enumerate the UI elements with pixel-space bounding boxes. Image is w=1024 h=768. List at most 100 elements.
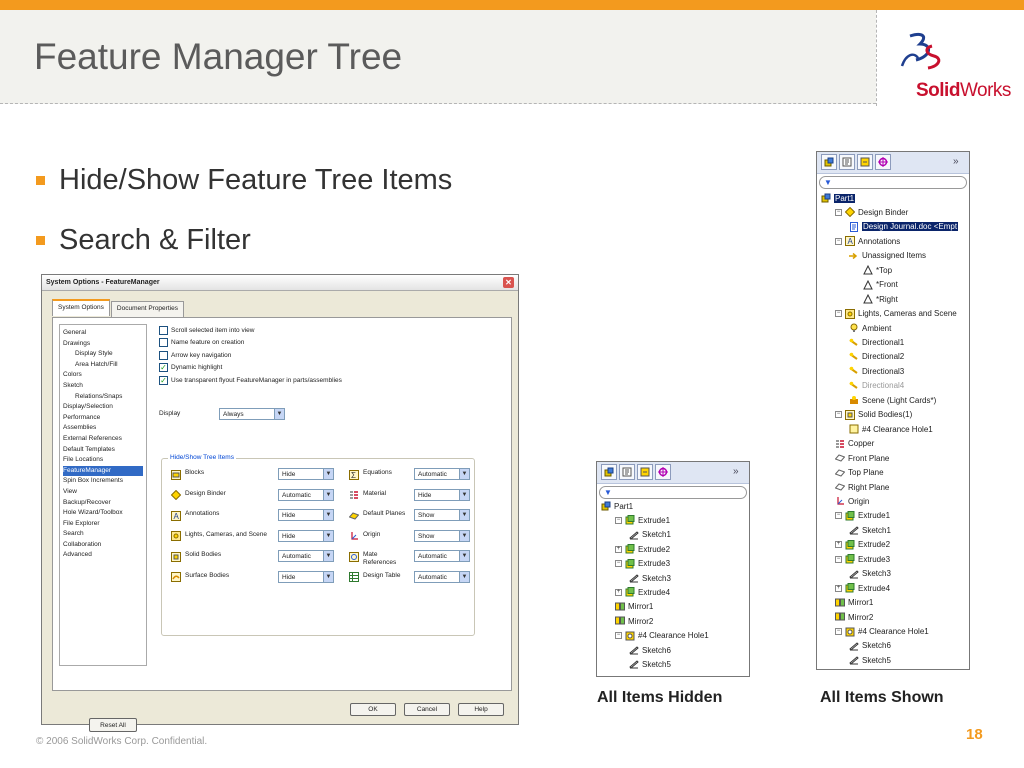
collapse-icon[interactable]: − [835, 411, 842, 419]
tree-node[interactable]: *Top [863, 264, 892, 276]
reset-all-button[interactable]: Reset All [89, 718, 137, 732]
option-checkbox[interactable] [159, 350, 168, 360]
category-item[interactable]: Hole Wizard/Toolbox [63, 508, 143, 519]
tree-node[interactable]: − Design Binder [835, 206, 908, 218]
category-item[interactable]: Spin Box Increments [63, 476, 143, 487]
category-item[interactable]: Relations/Snaps [63, 392, 143, 403]
tree-node[interactable]: Sketch1 [849, 524, 891, 536]
filter-input[interactable]: ▼ [599, 486, 747, 499]
tree-node[interactable]: + Extrude4 [615, 586, 670, 598]
hide-show-select[interactable]: Hide ▼ [278, 529, 334, 542]
collapse-icon[interactable]: − [615, 632, 622, 640]
category-item[interactable]: Performance [63, 413, 143, 424]
collapse-icon[interactable]: − [615, 516, 622, 524]
tree-node[interactable]: − Lights, Cameras and Scene [835, 308, 957, 320]
category-item[interactable]: External References [63, 434, 143, 445]
collapse-icon[interactable]: − [835, 512, 842, 520]
featuremanager-tab-icon[interactable] [821, 154, 837, 170]
more-tabs-icon[interactable]: » [733, 466, 739, 477]
tree-node[interactable]: + Extrude4 [835, 582, 890, 594]
category-item[interactable]: Search [63, 529, 143, 540]
tree-node[interactable]: Mirror2 [835, 611, 873, 623]
tree-node[interactable]: Sketch5 [849, 654, 891, 666]
hide-show-select[interactable]: Automatic ▼ [414, 468, 470, 480]
hide-show-select[interactable]: Hide ▼ [278, 570, 334, 583]
category-item[interactable]: Sketch [63, 381, 143, 392]
tree-node[interactable]: Unassigned Items [849, 250, 926, 262]
tree-node[interactable]: Ambient [849, 322, 891, 334]
propertymanager-tab-icon[interactable] [839, 154, 855, 170]
category-item[interactable]: Collaboration [63, 540, 143, 551]
tree-node[interactable]: *Right [863, 293, 898, 305]
category-item[interactable]: View [63, 487, 143, 498]
tree-node[interactable]: Mirror1 [835, 597, 873, 609]
tree-node[interactable]: + Extrude2 [615, 543, 670, 555]
tree-node[interactable]: Directional4 [849, 380, 904, 392]
propertymanager-tab-icon[interactable] [619, 464, 635, 480]
collapse-icon[interactable]: − [615, 560, 622, 568]
dimxpert-tab-icon[interactable] [875, 154, 891, 170]
hide-show-select[interactable]: Show ▼ [414, 529, 470, 542]
tree-node[interactable]: − A Annotations [835, 235, 900, 247]
hide-show-select[interactable]: Hide ▼ [278, 509, 334, 521]
category-item[interactable]: Drawings [63, 339, 143, 350]
tree-node[interactable]: Part1 [821, 192, 856, 204]
tree-node[interactable]: − Extrude3 [615, 558, 670, 570]
expand-icon[interactable]: + [835, 584, 842, 592]
expand-icon[interactable]: + [835, 541, 842, 549]
tab-system-options[interactable]: System Options [52, 299, 110, 316]
category-item[interactable]: FeatureManager [63, 465, 143, 477]
tree-node[interactable]: Mirror1 [615, 601, 653, 613]
collapse-icon[interactable]: − [835, 310, 842, 318]
category-item[interactable]: File Explorer [63, 519, 143, 530]
tree-node[interactable]: Sketch3 [849, 568, 891, 580]
tree-node[interactable]: *Front [863, 279, 898, 291]
tree-node[interactable]: Part1 [601, 500, 633, 512]
category-item[interactable]: Display/Selection [63, 402, 143, 413]
featuremanager-tab-icon[interactable] [601, 464, 617, 480]
tree-node[interactable]: − #4 Clearance Hole1 [615, 630, 709, 642]
category-item[interactable]: Default Templates [63, 445, 143, 456]
tree-node[interactable]: Sketch6 [849, 640, 891, 652]
tree-node[interactable]: Copper [835, 438, 874, 450]
category-item[interactable]: Display Style [63, 349, 143, 360]
collapse-icon[interactable]: − [835, 208, 842, 216]
tree-node[interactable]: Directional2 [849, 351, 904, 363]
tree-node[interactable]: + Extrude2 [835, 539, 890, 551]
option-checkbox[interactable]: ✓ [159, 375, 168, 385]
cancel-button[interactable]: Cancel [404, 703, 450, 716]
category-item[interactable]: General [63, 328, 143, 339]
tree-node[interactable]: Sketch5 [629, 658, 671, 670]
expand-icon[interactable]: + [615, 588, 622, 596]
dimxpert-tab-icon[interactable] [655, 464, 671, 480]
collapse-icon[interactable]: − [835, 237, 842, 245]
ok-button[interactable]: OK [350, 703, 396, 716]
tree-node[interactable]: − #4 Clearance Hole1 [835, 626, 929, 638]
tree-node[interactable]: − Extrude1 [835, 510, 890, 522]
tree-node[interactable]: Directional3 [849, 365, 904, 377]
category-item[interactable]: Assemblies [63, 423, 143, 434]
option-checkbox[interactable]: ✓ [159, 363, 168, 373]
hide-show-select[interactable]: Hide ▼ [278, 468, 334, 480]
tree-node[interactable]: Sketch3 [629, 572, 671, 584]
hide-show-select[interactable]: Show ▼ [414, 509, 470, 521]
help-button[interactable]: Help [458, 703, 504, 716]
tree-node[interactable]: #4 Clearance Hole1 [849, 423, 933, 435]
category-item[interactable]: Advanced [63, 550, 143, 561]
more-tabs-icon[interactable]: » [953, 156, 959, 167]
tab-document-properties[interactable]: Document Properties [110, 301, 184, 318]
tree-node[interactable]: Sketch6 [629, 644, 671, 656]
hide-show-select[interactable]: Automatic ▼ [278, 488, 334, 501]
tree-node[interactable]: − Extrude1 [615, 514, 670, 526]
tree-node[interactable]: Front Plane [834, 452, 889, 464]
tree-node[interactable]: − Solid Bodies(1) [835, 409, 912, 421]
tree-node[interactable]: Sketch1 [629, 529, 671, 541]
option-checkbox[interactable] [159, 325, 168, 335]
configurationmanager-tab-icon[interactable] [637, 464, 653, 480]
collapse-icon[interactable]: − [835, 555, 842, 563]
display-select[interactable]: Always ▼ [219, 408, 285, 420]
configurationmanager-tab-icon[interactable] [857, 154, 873, 170]
tree-node[interactable]: Right Plane [834, 481, 889, 493]
tree-node[interactable]: Mirror2 [615, 615, 653, 627]
close-icon[interactable]: ✕ [503, 277, 514, 288]
